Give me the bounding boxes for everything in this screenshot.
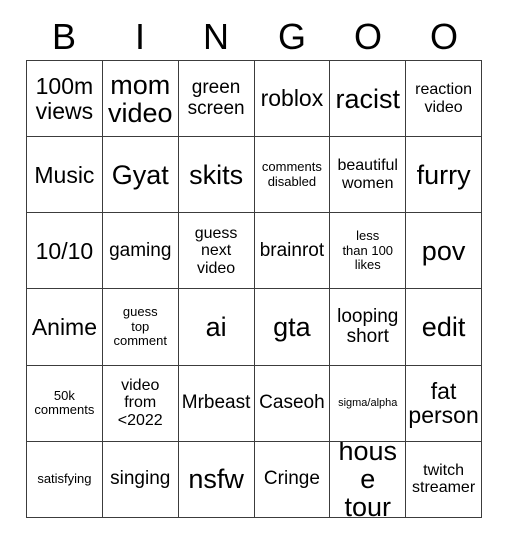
- bingo-cell-label: roblox: [260, 85, 324, 112]
- bingo-cell[interactable]: Gyat: [102, 137, 179, 214]
- bingo-header-row: B I N G O O: [26, 14, 482, 60]
- bingo-cell-label: satisfying: [37, 471, 92, 487]
- bingo-cell-label: Gyat: [111, 159, 169, 190]
- bingo-cell-label: nsfw: [188, 464, 244, 495]
- bingo-cell-label: beautiful women: [337, 157, 398, 192]
- bingo-cell-label: pov: [421, 235, 466, 266]
- bingo-cell-label: 100m views: [35, 73, 94, 124]
- bingo-cell[interactable]: green screen: [178, 61, 255, 138]
- bingo-grid: 100m views mom video green screen roblox…: [26, 60, 482, 518]
- bingo-cell[interactable]: reaction video: [406, 61, 482, 138]
- bingo-cell[interactable]: brainrot: [254, 213, 331, 290]
- bingo-cell[interactable]: beautiful women: [330, 137, 407, 214]
- bingo-cell[interactable]: skits: [178, 137, 255, 214]
- bingo-card: B I N G O O 100m views mom video green s…: [0, 0, 506, 544]
- bingo-cell-label: gaming: [109, 239, 172, 261]
- bingo-cell-label: Anime: [31, 313, 98, 340]
- bingo-cell[interactable]: mom video: [102, 61, 179, 138]
- bingo-cell-label: twitch streamer: [412, 461, 476, 497]
- bingo-cell[interactable]: video from <2022: [102, 365, 179, 442]
- bingo-cell[interactable]: 10/10: [27, 213, 103, 290]
- bingo-cell-label: mom video: [107, 69, 173, 128]
- bingo-cell[interactable]: ai: [178, 289, 255, 366]
- bingo-cell-label: skits: [189, 159, 244, 190]
- bingo-header-letter-3: N: [203, 16, 229, 57]
- bingo-cell[interactable]: Anime: [27, 289, 103, 366]
- bingo-cell[interactable]: gaming: [102, 213, 179, 290]
- bingo-cell[interactable]: nsfw: [178, 441, 255, 518]
- bingo-cell-label: brainrot: [259, 239, 325, 261]
- bingo-cell[interactable]: sigma/alpha: [330, 365, 407, 442]
- bingo-cell-label: less than 100 likes: [342, 228, 394, 273]
- bingo-cell[interactable]: pov: [406, 213, 482, 290]
- bingo-cell-label: furry: [416, 159, 471, 190]
- bingo-cell-label: Mrbeast: [181, 391, 251, 413]
- bingo-cell[interactable]: Mrbeast: [178, 365, 255, 442]
- bingo-cell-label: ai: [205, 312, 227, 343]
- bingo-cell[interactable]: twitch streamer: [406, 441, 482, 518]
- bingo-cell[interactable]: guess next video: [178, 213, 255, 290]
- bingo-cell-label: Cringe: [263, 468, 320, 490]
- bingo-cell-label: singing: [110, 468, 171, 490]
- bingo-cell-label: edit: [421, 312, 466, 343]
- bingo-cell[interactable]: gta: [254, 289, 331, 366]
- bingo-cell-label: comments disabled: [261, 159, 322, 189]
- bingo-cell-label: green screen: [187, 77, 245, 119]
- bingo-cell-label: house tour: [338, 441, 398, 518]
- bingo-cell-label: gta: [273, 312, 311, 343]
- bingo-cell[interactable]: 100m views: [27, 61, 103, 138]
- bingo-cell[interactable]: Caseoh: [254, 365, 331, 442]
- bingo-cell-label: looping short: [337, 305, 399, 348]
- bingo-header-letter-6: O: [429, 16, 458, 57]
- bingo-cell[interactable]: satisfying: [27, 441, 103, 518]
- bingo-cell-label: video from <2022: [117, 376, 163, 430]
- bingo-header-letter-5: O: [353, 16, 382, 57]
- bingo-header-letter-2: I: [134, 16, 145, 57]
- bingo-cell-label: racist: [335, 83, 400, 114]
- bingo-cell[interactable]: 50k comments: [27, 365, 103, 442]
- bingo-header-letter-4: G: [277, 16, 306, 57]
- bingo-cell[interactable]: roblox: [254, 61, 331, 138]
- bingo-cell-label: reaction video: [415, 80, 473, 116]
- bingo-cell[interactable]: Music: [27, 137, 103, 214]
- bingo-cell[interactable]: house tour: [330, 441, 407, 518]
- bingo-cell[interactable]: furry: [406, 137, 482, 214]
- bingo-cell[interactable]: less than 100 likes: [330, 213, 407, 290]
- bingo-cell[interactable]: fat person: [406, 365, 482, 442]
- bingo-cell[interactable]: looping short: [330, 289, 407, 366]
- bingo-cell-label: fat person: [408, 377, 479, 429]
- bingo-cell-label: 50k comments: [34, 387, 95, 418]
- bingo-header-letter-1: B: [51, 16, 76, 57]
- bingo-cell-label: Music: [34, 161, 95, 188]
- bingo-cell[interactable]: singing: [102, 441, 179, 518]
- bingo-cell-label: 10/10: [35, 237, 94, 264]
- bingo-cell-label: sigma/alpha: [338, 396, 398, 409]
- bingo-cell-label: Caseoh: [259, 391, 325, 413]
- bingo-cell-label: guess next video: [194, 224, 238, 277]
- bingo-cell[interactable]: racist: [330, 61, 407, 138]
- bingo-cell-label: guess top comment: [113, 304, 167, 349]
- bingo-cell[interactable]: edit: [406, 289, 482, 366]
- bingo-cell[interactable]: comments disabled: [254, 137, 331, 214]
- bingo-cell[interactable]: guess top comment: [102, 289, 179, 366]
- bingo-cell[interactable]: Cringe: [254, 441, 331, 518]
